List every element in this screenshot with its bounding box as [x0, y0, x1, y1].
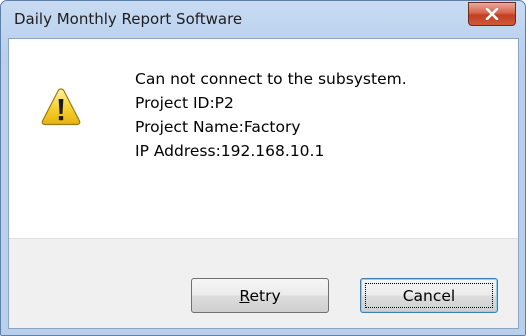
- close-button[interactable]: [468, 2, 516, 26]
- message-area: Can not connect to the subsystem. Projec…: [9, 39, 518, 238]
- message-line-project-id: Project ID:P2: [135, 94, 234, 112]
- message-line-ip-address: IP Address:192.168.10.1: [135, 142, 325, 160]
- close-icon: [485, 8, 499, 20]
- button-panel: Retry Cancel: [9, 238, 518, 328]
- dialog-client-area: Can not connect to the subsystem. Projec…: [8, 38, 519, 329]
- message-text: Can not connect to the subsystem. Projec…: [135, 67, 407, 163]
- warning-triangle-icon: [41, 88, 81, 126]
- retry-label: etry: [249, 286, 281, 305]
- message-line-project-name: Project Name:Factory: [135, 118, 301, 136]
- focus-rectangle: [365, 283, 493, 308]
- title-bar[interactable]: Daily Monthly Report Software: [1, 1, 525, 37]
- window-title: Daily Monthly Report Software: [14, 10, 243, 28]
- retry-mnemonic: R: [239, 286, 250, 305]
- cancel-button[interactable]: Cancel: [360, 278, 498, 313]
- retry-button[interactable]: Retry: [191, 278, 329, 313]
- dialog-window: Daily Monthly Report Software Can not co…: [0, 0, 526, 336]
- message-line-error: Can not connect to the subsystem.: [135, 70, 407, 88]
